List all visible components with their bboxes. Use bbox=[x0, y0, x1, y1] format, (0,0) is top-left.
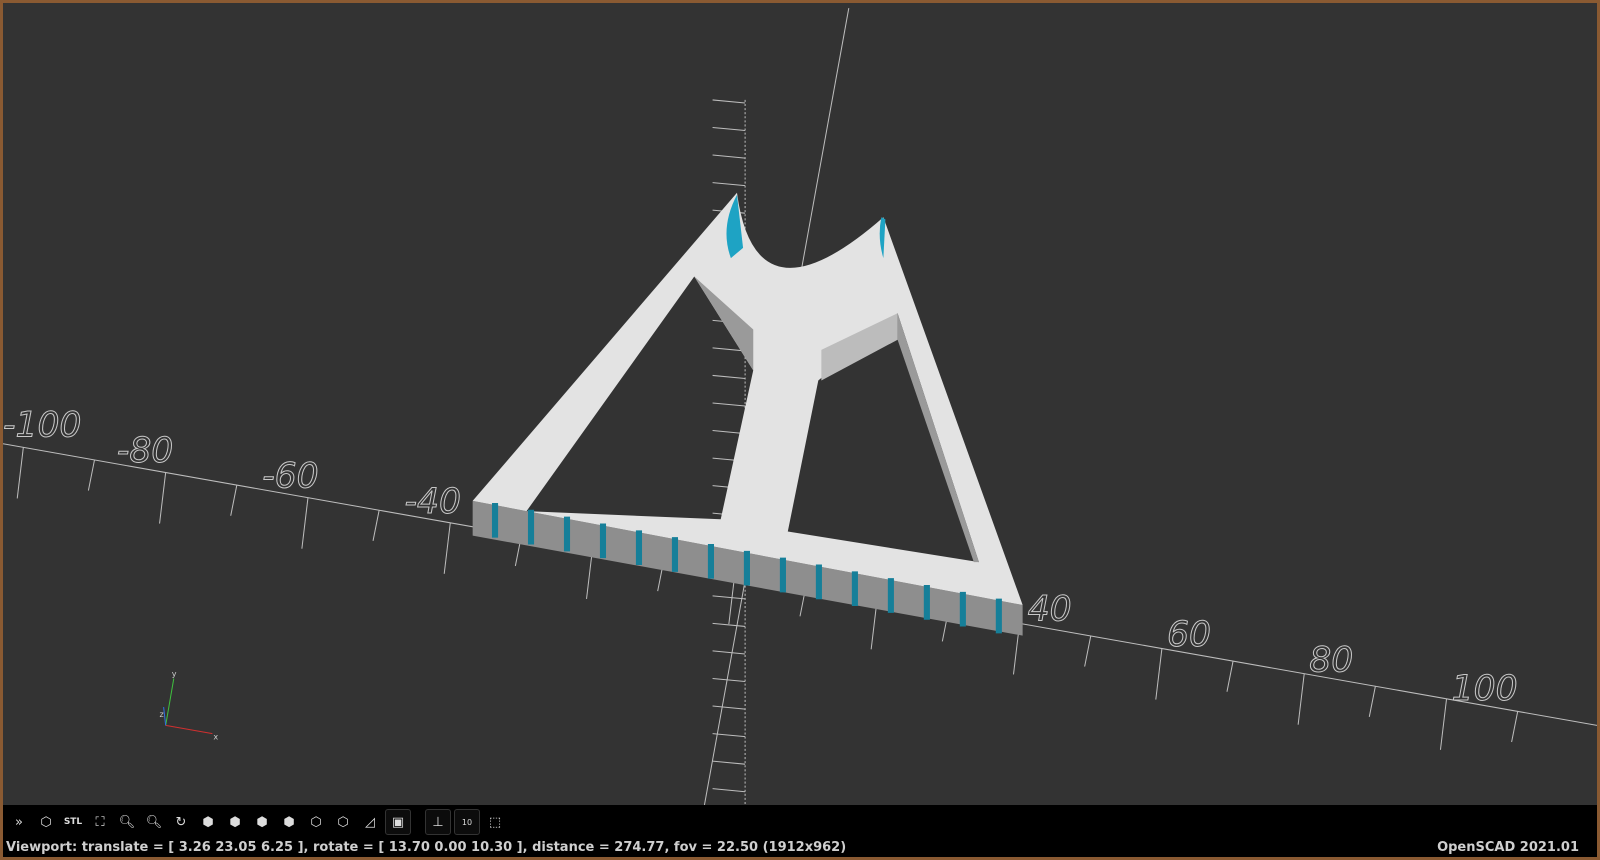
app-version-label: OpenSCAD 2021.01 bbox=[1437, 839, 1579, 855]
axis-tick bbox=[1439, 698, 1448, 750]
zoom-in-icon: 🔍︎ bbox=[118, 814, 136, 830]
scale-markers-icon: 10 bbox=[461, 817, 473, 827]
axis-tick bbox=[712, 705, 746, 710]
render-icon: ⬡ bbox=[40, 814, 52, 830]
axis-tick bbox=[712, 374, 746, 379]
view-front-icon: ⬡ bbox=[310, 814, 322, 830]
axis-tick bbox=[1368, 686, 1376, 717]
show-scale-button[interactable]: 10 bbox=[454, 809, 480, 835]
axis-tick bbox=[712, 99, 746, 104]
edges-icon: ⬚ bbox=[488, 814, 502, 830]
orthogonal-icon: ▣ bbox=[391, 814, 405, 830]
axis-label: 60 bbox=[1167, 615, 1211, 655]
axis-label: -60 bbox=[262, 457, 318, 497]
axis-tick bbox=[159, 472, 167, 524]
axis-tick bbox=[712, 402, 746, 407]
axis-tick bbox=[372, 510, 380, 541]
axis-tick bbox=[16, 447, 24, 499]
axis-label: 100 bbox=[1452, 669, 1518, 709]
zoom-in-button[interactable]: 🔍︎ bbox=[115, 810, 139, 834]
scene: -100 -80 -60 -40 40 60 80 100 y x z bbox=[3, 8, 1597, 805]
axis-tick bbox=[87, 459, 95, 491]
reset-view-button[interactable]: ↻ bbox=[169, 810, 193, 834]
viewport-status-text: Viewport: translate = [ 3.26 23.05 6.25 … bbox=[6, 839, 847, 855]
export-stl-button[interactable]: STL bbox=[61, 810, 85, 834]
view-top-button[interactable]: ⬢ bbox=[223, 810, 247, 834]
show-axes-button[interactable]: ⊥ bbox=[425, 809, 451, 835]
show-edges-button[interactable]: ⬚ bbox=[483, 810, 507, 834]
view-bottom-icon: ⬢ bbox=[256, 814, 268, 830]
axis-tick bbox=[1226, 661, 1234, 692]
axes-gizmo: y x z bbox=[160, 668, 219, 741]
status-bar: Viewport: translate = [ 3.26 23.05 6.25 … bbox=[3, 837, 1597, 857]
preview-button[interactable]: » bbox=[7, 810, 31, 834]
view-all-button[interactable]: ⛶ bbox=[88, 810, 112, 834]
zoom-out-icon: 🔍︎ bbox=[145, 814, 163, 830]
axis-tick bbox=[1297, 673, 1305, 725]
axis-tick bbox=[301, 497, 309, 549]
orthogonal-button[interactable]: ▣ bbox=[385, 809, 411, 835]
view-back-button[interactable]: ⬡ bbox=[331, 810, 355, 834]
view-front-button[interactable]: ⬡ bbox=[304, 810, 328, 834]
axis-label: -80 bbox=[117, 431, 173, 471]
view-left-button[interactable]: ⬢ bbox=[277, 810, 301, 834]
view-bottom-button[interactable]: ⬢ bbox=[250, 810, 274, 834]
axis-tick bbox=[1511, 711, 1519, 743]
view-top-icon: ⬢ bbox=[229, 814, 241, 830]
view-back-icon: ⬡ bbox=[337, 814, 349, 830]
axis-tick bbox=[230, 485, 238, 516]
zoom-out-button[interactable]: 🔍︎ bbox=[142, 810, 166, 834]
3d-viewport[interactable]: -100 -80 -60 -40 40 60 80 100 y x z bbox=[3, 3, 1597, 805]
axis-tick bbox=[712, 788, 746, 793]
axis-tick bbox=[1084, 635, 1092, 667]
axis-tick bbox=[712, 650, 746, 655]
preview-icon: » bbox=[15, 814, 23, 830]
gizmo-x-label: x bbox=[213, 732, 218, 742]
axis-label: 40 bbox=[1028, 589, 1072, 629]
stl-icon: STL bbox=[63, 817, 83, 827]
view-right-icon: ⬢ bbox=[202, 814, 214, 830]
reset-view-icon: ↻ bbox=[175, 814, 187, 830]
axis-label: 80 bbox=[1309, 640, 1353, 680]
viewport-toolbar: » ⬡ STL ⛶ 🔍︎ 🔍︎ ↻ ⬢ ⬢ ⬢ ⬢ ⬡ ⬡ ◿ ▣ ⊥ 10 ⬚ bbox=[7, 809, 507, 835]
view-right-button[interactable]: ⬢ bbox=[196, 810, 220, 834]
axis-tick bbox=[712, 677, 746, 683]
axis-tick bbox=[712, 182, 746, 187]
openscad-window: -100 -80 -60 -40 40 60 80 100 y x z » ⬡ … bbox=[3, 3, 1597, 857]
axis-label: -40 bbox=[405, 482, 461, 522]
render-button[interactable]: ⬡ bbox=[34, 810, 58, 834]
axis-tick bbox=[443, 522, 451, 574]
view-left-icon: ⬢ bbox=[283, 814, 295, 830]
axis-tick bbox=[712, 126, 746, 132]
perspective-icon: ◿ bbox=[365, 814, 375, 830]
zoom-all-icon: ⛶ bbox=[95, 814, 105, 830]
model bbox=[472, 192, 1023, 636]
axis-tick bbox=[1155, 648, 1163, 700]
gizmo-z-label: z bbox=[160, 709, 164, 719]
axis-tick bbox=[712, 595, 746, 600]
axis-tick bbox=[712, 154, 746, 159]
gizmo-y-label: y bbox=[172, 668, 177, 678]
axis-label: -100 bbox=[3, 406, 81, 446]
perspective-button[interactable]: ◿ bbox=[358, 810, 382, 834]
axis-tick bbox=[712, 760, 746, 765]
axes-icon: ⊥ bbox=[432, 814, 444, 830]
